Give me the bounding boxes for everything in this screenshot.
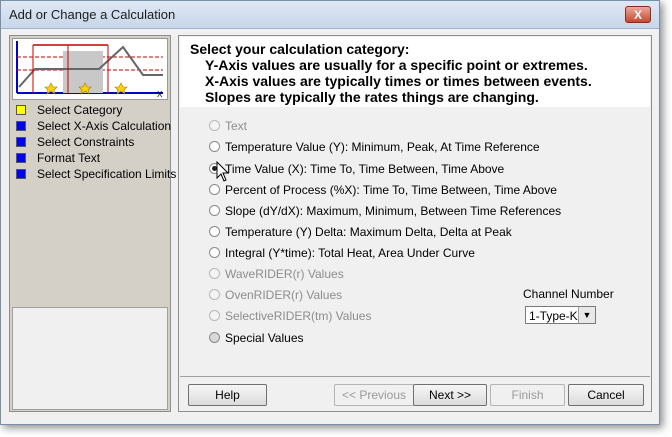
instructions-line: Y-Axis values are usually for a specific… — [205, 57, 588, 73]
close-icon: X — [633, 8, 642, 22]
radio-option-label: Temperature Value (Y): Minimum, Peak, At… — [225, 140, 540, 154]
wizard-steps: Select Category Select X-Axis Calculatio… — [10, 102, 176, 182]
step-label: Select Category — [37, 103, 123, 117]
radio-button[interactable] — [209, 205, 220, 216]
chevron-down-icon[interactable]: ▼ — [578, 307, 595, 323]
close-button[interactable]: X — [625, 6, 651, 23]
radio-button[interactable] — [209, 247, 220, 258]
radio-button[interactable] — [209, 184, 220, 195]
thumbnail-axis-x-label: X — [157, 90, 163, 99]
button-bar: Help << Previous Next >> Finish Cancel — [180, 376, 650, 411]
channel-number-label: Channel Number — [523, 287, 614, 301]
radio-option-label: Slope (dY/dX): Maximum, Minimum, Between… — [225, 204, 562, 218]
radio-button[interactable] — [209, 120, 220, 131]
radio-option-label: Time Value (X): Time To, Time Between, T… — [225, 162, 505, 176]
wizard-step-panel: X Select Category Select X-Axis Calculat… — [9, 35, 176, 412]
previous-button[interactable]: << Previous — [334, 384, 414, 406]
radio-button[interactable] — [209, 268, 220, 279]
step-label: Select Constraints — [37, 135, 135, 149]
profile-thumbnail-graphic: X — [13, 39, 167, 99]
step-info-box — [12, 307, 168, 410]
instructions-line: Slopes are typically the rates things ar… — [205, 89, 539, 105]
step-item-select-constraints[interactable]: Select Constraints — [10, 134, 170, 150]
category-panel: Select your calculation category: Y-Axis… — [178, 35, 652, 412]
finish-button[interactable]: Finish — [490, 384, 565, 406]
step-label: Select X-Axis Calculation — [37, 119, 172, 133]
radio-option-label: WaveRIDER(r) Values — [225, 267, 344, 281]
instructions-title: Select your calculation category: — [190, 41, 410, 57]
channel-number-select[interactable]: 1-Type-K ▼ — [525, 306, 596, 324]
mouse-cursor-icon — [216, 161, 230, 182]
title-bar: Add or Change a Calculation X — [1, 1, 659, 29]
radio-button[interactable] — [209, 332, 220, 343]
radio-option-label: Temperature (Y) Delta: Maximum Delta, De… — [225, 225, 512, 239]
radio-option-label: SelectiveRIDER(tm) Values — [225, 309, 372, 323]
step-status-icon — [16, 121, 26, 131]
radio-option-label: Text — [225, 119, 248, 133]
step-status-icon — [16, 137, 26, 147]
cancel-button[interactable]: Cancel — [568, 384, 644, 406]
radio-option-label: Integral (Y*time): Total Heat, Area Unde… — [225, 246, 475, 260]
window-title: Add or Change a Calculation — [9, 7, 176, 22]
step-status-icon — [16, 105, 26, 115]
step-item-select-x-axis-calculation[interactable]: Select X-Axis Calculation — [10, 118, 172, 134]
radio-option-label: OvenRIDER(r) Values — [225, 288, 343, 302]
instructions-header: Select your calculation category: Y-Axis… — [180, 37, 650, 107]
help-button[interactable]: Help — [188, 384, 267, 406]
calculation-thumbnail: X — [12, 38, 168, 100]
radio-button[interactable] — [209, 226, 220, 237]
step-item-format-text[interactable]: Format Text — [10, 150, 170, 166]
radio-option-label: Percent of Process (%X): Time To, Time B… — [225, 183, 557, 197]
channel-number-value: 1-Type-K — [529, 309, 578, 323]
step-status-icon — [16, 153, 26, 163]
instructions-line: X-Axis values are typically times or tim… — [205, 73, 592, 89]
step-item-select-category[interactable]: Select Category — [10, 102, 170, 118]
radio-button[interactable] — [209, 289, 220, 300]
step-label: Select Specification Limits — [37, 167, 177, 181]
step-status-icon — [16, 169, 26, 179]
radio-button[interactable] — [209, 141, 220, 152]
dialog-window: Add or Change a Calculation X X Select C… — [0, 0, 660, 425]
next-button[interactable]: Next >> — [413, 384, 487, 406]
radio-button[interactable] — [209, 310, 220, 321]
step-label: Format Text — [37, 151, 101, 165]
radio-option-label: Special Values — [225, 331, 304, 345]
step-item-select-specification-limits[interactable]: Select Specification Limits — [10, 166, 176, 182]
